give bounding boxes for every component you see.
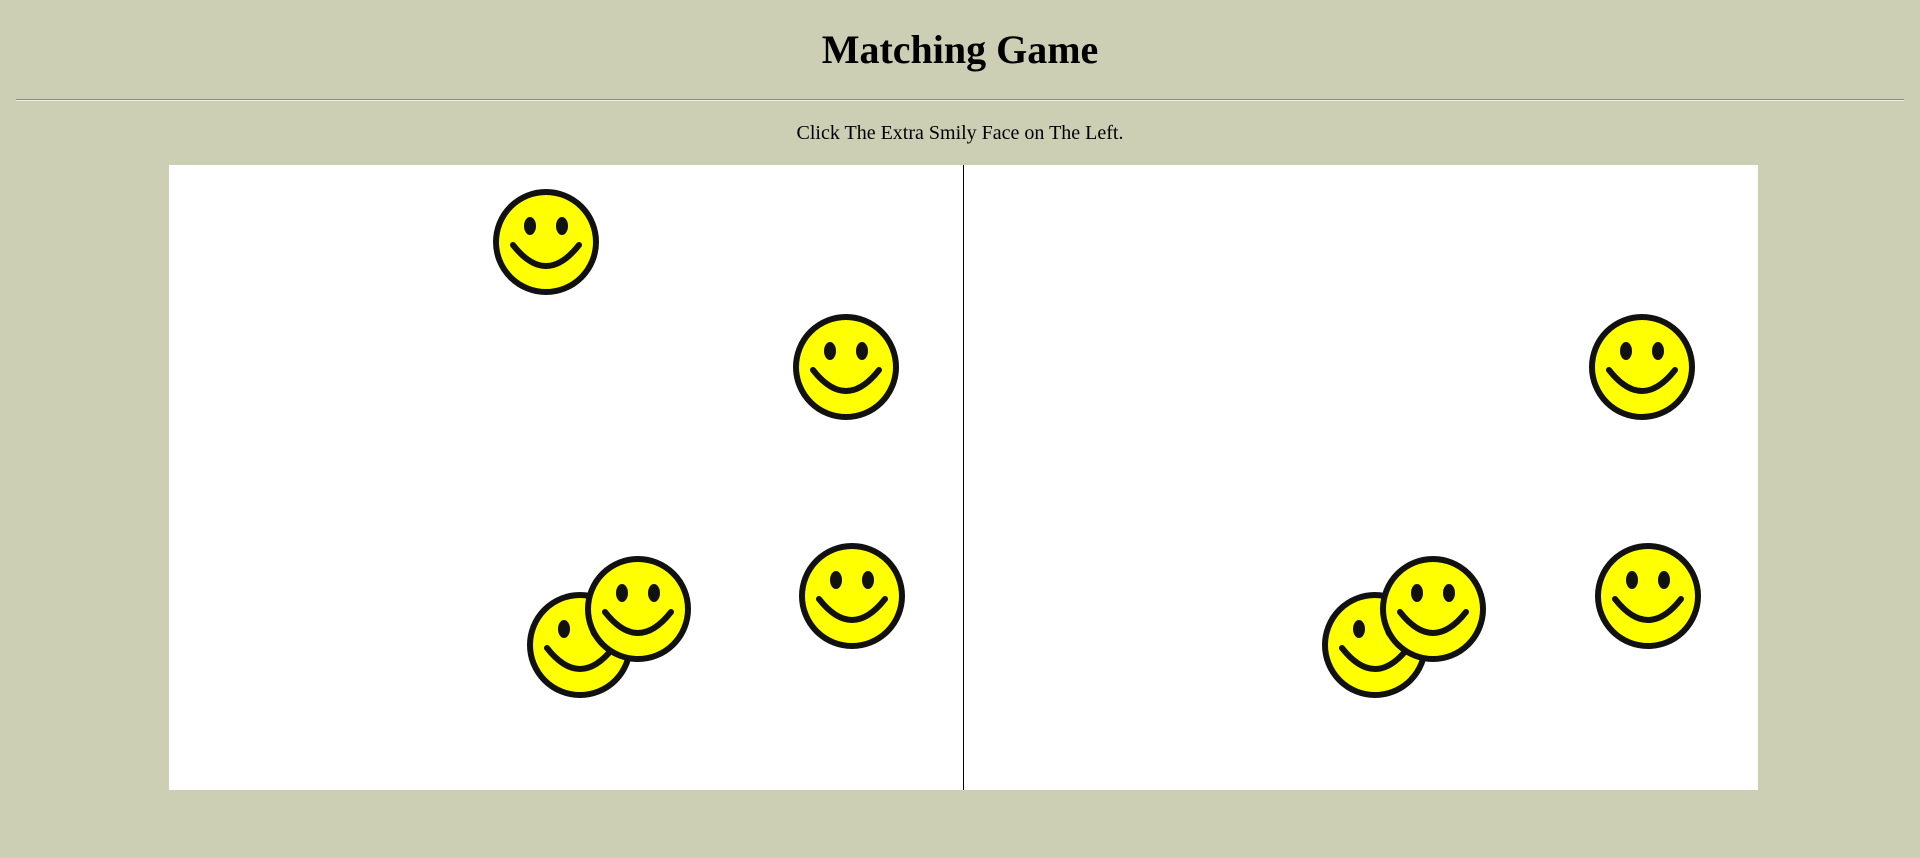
- smiley-face-icon[interactable]: [1593, 541, 1703, 651]
- left-board: [169, 165, 964, 790]
- divider: [16, 99, 1904, 101]
- game-page: Matching Game Click The Extra Smily Face…: [0, 0, 1920, 858]
- smiley-face-icon: [793, 314, 899, 420]
- smiley-face-icon[interactable]: [583, 554, 693, 664]
- smiley-face-icon[interactable]: [1378, 554, 1488, 664]
- smiley-face-icon: [1380, 556, 1486, 662]
- smiley-face-icon[interactable]: [791, 312, 901, 422]
- instructions-text: Click The Extra Smily Face on The Left.: [796, 122, 1124, 144]
- smiley-face-icon: [1595, 543, 1701, 649]
- smiley-face-icon[interactable]: [491, 187, 601, 297]
- smiley-face-icon: [1589, 314, 1695, 420]
- smiley-face-icon: [493, 189, 599, 295]
- right-board: [964, 165, 1758, 790]
- smiley-face-icon[interactable]: [1587, 312, 1697, 422]
- smiley-face-icon: [799, 543, 905, 649]
- page-title: Matching Game: [821, 27, 1099, 72]
- smiley-face-icon: [585, 556, 691, 662]
- smiley-face-icon[interactable]: [797, 541, 907, 651]
